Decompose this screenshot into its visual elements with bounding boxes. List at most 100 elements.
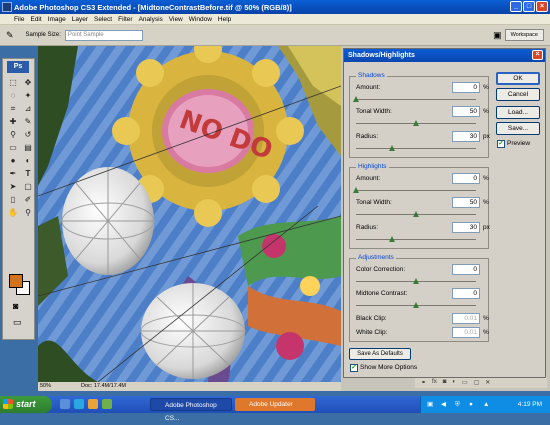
gradient-tool-icon[interactable]: ▤ — [22, 142, 34, 153]
security-icon[interactable]: ⛨ — [455, 396, 460, 413]
menu-help[interactable]: Help — [218, 16, 231, 23]
save-as-defaults-button[interactable]: Save As Defaults — [349, 348, 411, 360]
highlights-amount-thumb[interactable] — [353, 187, 359, 193]
palette-icon[interactable]: ▣ — [493, 30, 502, 41]
task-photoshop[interactable]: Adobe Photoshop CS... — [150, 398, 232, 422]
highlights-tonal-slider[interactable] — [356, 211, 476, 217]
adjustment-layer-icon[interactable]: ◐ — [452, 379, 456, 385]
color-correction-slider[interactable] — [356, 278, 476, 284]
dialog-close-button[interactable]: × — [532, 50, 543, 60]
adjustments-group: Adjustments Color Correction: 0 Midtone … — [349, 254, 489, 342]
notes-tool-icon[interactable]: ▯ — [7, 194, 19, 205]
new-group-icon[interactable]: ▭ — [462, 379, 468, 386]
healing-tool-icon[interactable]: ✚ — [7, 116, 19, 127]
highlights-tonal-input[interactable]: 50 — [452, 197, 480, 208]
shadows-amount-thumb[interactable] — [353, 96, 359, 102]
show-desktop-icon[interactable] — [60, 399, 70, 409]
blur-tool-icon[interactable]: ● — [7, 155, 19, 166]
lasso-tool-icon[interactable]: ◌ — [7, 90, 19, 101]
minimize-button[interactable]: _ — [510, 1, 522, 12]
show-more-options-checkbox[interactable]: ✓ — [350, 364, 358, 372]
shadows-amount-input[interactable]: 0 — [452, 82, 480, 93]
cancel-button[interactable]: Cancel — [496, 88, 540, 101]
browser-icon[interactable] — [74, 399, 84, 409]
shadows-amount-slider[interactable] — [353, 96, 476, 102]
menu-image[interactable]: Image — [48, 16, 66, 23]
zoom-level[interactable]: 50% — [40, 382, 51, 391]
shadows-radius-thumb[interactable] — [389, 145, 395, 151]
menu-layer[interactable]: Layer — [72, 16, 88, 23]
shape-tool-icon[interactable]: ▢ — [22, 181, 34, 192]
eyedropper-icon[interactable]: ✎ — [6, 30, 14, 41]
highlights-amount-input[interactable]: 0 — [452, 173, 480, 184]
quick-mask-icon[interactable]: ◙ — [13, 301, 18, 311]
ok-button[interactable]: OK — [496, 72, 540, 85]
media-icon[interactable] — [88, 399, 98, 409]
midtone-contrast-thumb[interactable] — [413, 302, 419, 308]
antivirus-icon[interactable]: ▲ — [483, 396, 489, 413]
magic-wand-tool-icon[interactable]: ✦ — [22, 90, 34, 101]
delete-layer-icon[interactable]: ✕ — [485, 379, 490, 386]
highlights-group: Highlights Amount: 0 % Tonal Width: 50 %… — [349, 163, 490, 249]
highlights-radius-input[interactable]: 30 — [452, 222, 480, 233]
pen-tool-icon[interactable]: ✒ — [7, 168, 19, 179]
menu-select[interactable]: Select — [94, 16, 112, 23]
shadows-radius-input[interactable]: 30 — [452, 131, 480, 142]
dodge-tool-icon[interactable]: ◐ — [22, 155, 34, 166]
save-button[interactable]: Save... — [496, 122, 540, 135]
type-tool-icon[interactable]: T — [22, 168, 34, 179]
launcher-icon[interactable] — [102, 399, 112, 409]
foreground-color-swatch[interactable] — [9, 274, 23, 288]
path-select-tool-icon[interactable]: ➤ — [7, 181, 19, 192]
layer-style-icon[interactable]: fx — [432, 379, 437, 385]
menu-analysis[interactable]: Analysis — [139, 16, 163, 23]
menu-edit[interactable]: Edit — [30, 16, 41, 23]
zoom-tool-icon[interactable]: ⚲ — [22, 207, 34, 218]
menu-file[interactable]: File — [14, 16, 24, 23]
workspace-button[interactable]: Workspace — [504, 29, 544, 41]
menu-view[interactable]: View — [169, 16, 183, 23]
close-button[interactable]: × — [536, 1, 548, 12]
highlights-radius-slider[interactable] — [356, 236, 476, 242]
shadows-tonal-input[interactable]: 50 — [452, 106, 480, 117]
black-clip-input[interactable]: 0.01 — [452, 313, 480, 324]
move-tool-icon[interactable]: ✥ — [22, 77, 34, 88]
highlights-radius-thumb[interactable] — [389, 236, 395, 242]
slice-tool-icon[interactable]: ⊿ — [22, 103, 34, 114]
crop-tool-icon[interactable]: ⌗ — [7, 103, 19, 114]
shadows-radius-slider[interactable] — [356, 145, 476, 151]
white-clip-input[interactable]: 0.01 — [452, 327, 480, 338]
color-correction-thumb[interactable] — [413, 278, 419, 284]
task-updater[interactable]: Adobe Updater — [235, 398, 315, 411]
history-brush-tool-icon[interactable]: ↺ — [22, 129, 34, 140]
menu-filter[interactable]: Filter — [118, 16, 132, 23]
update-icon[interactable]: ● — [469, 396, 473, 413]
link-layers-icon[interactable]: ⚭ — [421, 379, 426, 386]
volume-icon[interactable]: ◀ — [441, 396, 446, 413]
hand-tool-icon[interactable]: ✋ — [7, 207, 19, 218]
document-canvas[interactable]: NO DO — [38, 46, 341, 382]
stamp-tool-icon[interactable]: ⚲ — [7, 129, 19, 140]
maximize-button[interactable]: □ — [523, 1, 535, 12]
midtone-contrast-input[interactable]: 0 — [452, 288, 480, 299]
preview-checkbox[interactable]: ✓ — [497, 140, 505, 148]
new-layer-icon[interactable]: ▢ — [474, 379, 480, 386]
eyedropper-tool-icon[interactable]: ✐ — [22, 194, 34, 205]
screen-mode-icon[interactable]: ▭ — [13, 317, 22, 328]
color-correction-input[interactable]: 0 — [452, 264, 480, 275]
doc-size: Doc: 17.4M/17.4M — [81, 383, 126, 389]
brush-tool-icon[interactable]: ✎ — [22, 116, 34, 127]
shadows-tonal-thumb[interactable] — [413, 120, 419, 126]
start-button[interactable]: start — [0, 396, 52, 413]
menu-window[interactable]: Window — [189, 16, 212, 23]
layer-mask-icon[interactable]: ◙ — [443, 379, 447, 385]
network-icon[interactable]: ▣ — [427, 396, 433, 413]
highlights-amount-slider[interactable] — [353, 187, 476, 193]
load-button[interactable]: Load... — [496, 106, 540, 119]
highlights-tonal-thumb[interactable] — [413, 211, 419, 217]
midtone-contrast-slider[interactable] — [356, 302, 476, 308]
shadows-tonal-slider[interactable] — [356, 120, 476, 126]
eraser-tool-icon[interactable]: ▭ — [7, 142, 19, 153]
marquee-tool-icon[interactable]: ⬚ — [7, 77, 19, 88]
sample-size-select[interactable]: Point Sample — [64, 29, 143, 41]
